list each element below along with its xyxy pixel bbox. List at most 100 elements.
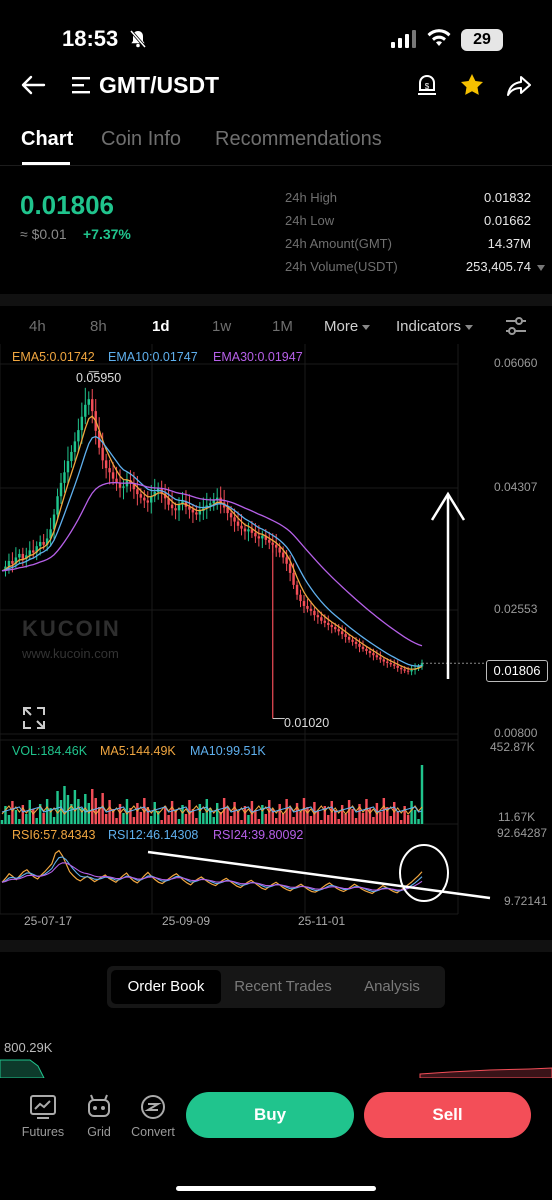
volume-bar xyxy=(365,799,368,824)
stat-label: 24h Amount(GMT) xyxy=(285,236,392,251)
home-indicator xyxy=(176,1186,376,1191)
candle-body xyxy=(212,500,215,504)
timeframe-8h[interactable]: 8h xyxy=(90,318,107,335)
candle-body xyxy=(375,655,379,658)
candle-body xyxy=(344,634,347,637)
dropdown-triangle-icon[interactable] xyxy=(537,265,545,271)
current-price-tag: 0.01806 xyxy=(486,660,548,682)
candle-body xyxy=(38,541,42,547)
y-tick: 0.02553 xyxy=(494,602,538,616)
y-tick: 0.06060 xyxy=(494,356,538,370)
stat-label: 24h Low xyxy=(285,213,335,228)
favorite-star-icon[interactable] xyxy=(459,72,485,103)
candle-body xyxy=(403,669,406,671)
stat-24h-volume[interactable]: 24h Volume(USDT) 253,405.74 xyxy=(285,259,545,282)
tab-order-book[interactable]: Order Book xyxy=(111,970,221,1004)
last-price: 0.01806 xyxy=(20,190,114,220)
price-alert-icon[interactable]: $ xyxy=(415,73,439,104)
volume-bar xyxy=(28,800,31,824)
volume-bar xyxy=(32,809,35,824)
candle-body xyxy=(340,631,344,635)
volume-bar xyxy=(399,820,403,824)
volume-bar xyxy=(257,819,261,824)
nav-label: Grid xyxy=(87,1125,111,1139)
buy-button[interactable]: Buy xyxy=(186,1092,354,1138)
ma10-vol-legend: MA10:99.51K xyxy=(190,744,266,758)
timeframe-4h[interactable]: 4h xyxy=(29,318,46,335)
stat-value: 253,405.74 xyxy=(465,259,531,274)
nav-futures[interactable]: Futures xyxy=(20,1094,66,1139)
volume-bar xyxy=(316,811,320,824)
candle-body xyxy=(292,572,295,585)
timeframe-bar: 4h 8h 1d 1w 1M More Indicators xyxy=(0,308,552,344)
tab-recent-trades[interactable]: Recent Trades xyxy=(223,970,343,1004)
volume-bar xyxy=(229,816,233,824)
candle-body xyxy=(63,472,66,483)
volume-bar xyxy=(42,813,45,824)
volume-bar xyxy=(347,800,351,824)
nav-grid[interactable]: Grid xyxy=(82,1094,116,1139)
volume-bar xyxy=(274,818,278,824)
chart-canvas[interactable] xyxy=(0,344,552,940)
candle-body xyxy=(268,539,271,543)
candle-body xyxy=(136,489,139,495)
timeframe-1d[interactable]: 1d xyxy=(152,318,170,335)
volume-bar xyxy=(170,801,174,824)
back-arrow-icon[interactable] xyxy=(20,74,46,101)
price-chart[interactable]: EMA5:0.01742 EMA10:0.01747 EMA30:0.01947… xyxy=(0,344,552,940)
candle-body xyxy=(229,513,233,518)
candle-body xyxy=(247,529,250,532)
volume-bar xyxy=(198,804,202,824)
volume-bar xyxy=(52,817,56,824)
x-tick: 25-11-01 xyxy=(298,914,346,928)
more-dropdown[interactable]: More xyxy=(324,318,371,335)
volume-bar xyxy=(25,814,28,824)
signal-icon xyxy=(390,30,418,53)
pair-title[interactable]: GMT/USDT xyxy=(99,72,219,99)
volume-bar xyxy=(177,819,181,824)
volume-bar xyxy=(337,819,340,824)
ticker-stats: 24h High 0.01832 24h Low 0.01662 24h Amoun… xyxy=(285,190,545,282)
indicators-dropdown[interactable]: Indicators xyxy=(396,318,474,335)
volume-bar xyxy=(132,817,136,824)
candle-body xyxy=(108,468,111,473)
candle-body xyxy=(347,636,351,640)
candle-body xyxy=(299,594,302,602)
candle-body xyxy=(70,451,73,462)
timeframe-1m[interactable]: 1M xyxy=(272,318,293,335)
candle-body xyxy=(354,641,358,644)
indicators-label: Indicators xyxy=(396,318,462,335)
candle-body xyxy=(358,643,361,647)
expand-icon[interactable] xyxy=(22,706,46,735)
sell-button[interactable]: Sell xyxy=(364,1092,531,1138)
nav-convert[interactable]: Convert xyxy=(128,1094,178,1139)
candle-body xyxy=(91,399,94,412)
stat-24h-low: 24h Low 0.01662 xyxy=(285,213,545,236)
volume-bar xyxy=(59,800,63,824)
kucoin-url-watermark: www.kucoin.com xyxy=(22,646,119,661)
candle-body xyxy=(330,624,333,628)
battery-icon: 29 xyxy=(461,29,503,51)
tab-coin-info[interactable]: Coin Info xyxy=(101,128,181,151)
depth-chart xyxy=(0,1059,552,1079)
grid-bot-icon xyxy=(88,1094,110,1117)
chart-settings-icon[interactable] xyxy=(505,317,527,340)
volume-bar xyxy=(212,817,215,824)
candle-body xyxy=(240,525,243,529)
svg-text:$: $ xyxy=(425,82,430,91)
volume-bar xyxy=(299,812,302,824)
stat-label: 24h High xyxy=(285,190,338,205)
tab-chart[interactable]: Chart xyxy=(21,128,73,151)
share-icon[interactable] xyxy=(506,74,532,103)
candle-body xyxy=(73,441,77,452)
tab-analysis[interactable]: Analysis xyxy=(343,970,441,1004)
volume-bar xyxy=(18,819,21,824)
volume-bar xyxy=(306,807,309,824)
timeframe-1w[interactable]: 1w xyxy=(212,318,231,335)
candle-body xyxy=(174,508,177,511)
tab-recommendations[interactable]: Recommendations xyxy=(215,128,382,151)
vol-legend: VOL:184.46K xyxy=(12,744,88,758)
volume-bar xyxy=(236,811,240,824)
rsi-axis-top: 92.64287 xyxy=(497,826,548,840)
menu-icon[interactable] xyxy=(72,76,92,99)
